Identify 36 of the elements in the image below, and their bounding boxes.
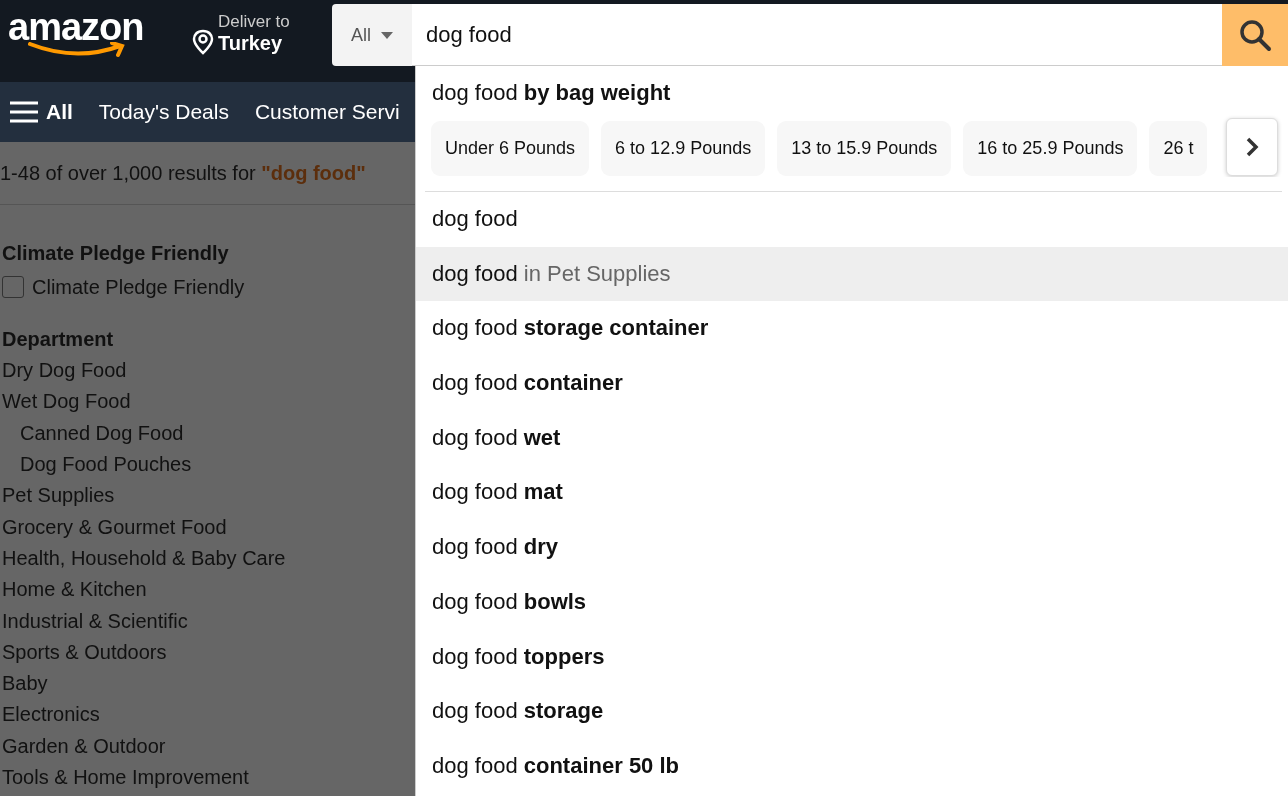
- logo-text[interactable]: amazon: [8, 8, 144, 46]
- next-button[interactable]: [1226, 118, 1278, 176]
- nav-link[interactable]: Today's Deals: [98, 100, 229, 124]
- weight-chip[interactable]: 13 to 15.9 Pounds: [777, 121, 952, 176]
- suggestion-item[interactable]: dog food in Pet Supplies: [416, 246, 1288, 302]
- results-summary: 1-48 of over 1,000 results for "dog food": [0, 161, 366, 185]
- location-pin-icon[interactable]: [192, 28, 214, 55]
- suggestion-item[interactable]: dog food storage container: [416, 301, 1288, 357]
- checkbox[interactable]: [2, 276, 24, 298]
- suggestion-item[interactable]: dog food: [416, 192, 1288, 247]
- chevron-right-icon: [1245, 136, 1259, 158]
- suggestion-item[interactable]: dog food wet: [416, 410, 1288, 466]
- suggestion-item[interactable]: dog food mat: [416, 465, 1288, 521]
- suggestion-item[interactable]: dog food dry: [416, 520, 1288, 575]
- search-button[interactable]: [1222, 4, 1288, 66]
- deliver-location[interactable]: Turkey: [218, 32, 290, 55]
- filter-heading: Climate Pledge Friendly: [2, 240, 230, 266]
- suggestion-item[interactable]: dog food container: [416, 356, 1288, 411]
- menu-icon: [10, 101, 38, 123]
- category-dropdown[interactable]: All: [332, 4, 412, 66]
- weight-chip[interactable]: 16 to 25.9 Pounds: [963, 121, 1138, 176]
- suggestion-item[interactable]: dog food bowls: [416, 574, 1288, 630]
- suggestion-heading[interactable]: dog food by bag weight: [416, 66, 1288, 108]
- search-field[interactable]: dog food: [412, 4, 1222, 66]
- weight-chip[interactable]: 6 to 12.9 Pounds: [601, 121, 766, 176]
- filter-heading: Department: [2, 326, 115, 352]
- menu-button[interactable]: All: [10, 100, 73, 124]
- suggestion-item[interactable]: dog food storage: [416, 684, 1288, 739]
- deliver-label: Deliver to: [218, 12, 290, 32]
- suggestion-item[interactable]: dog food toppers: [416, 629, 1288, 685]
- nav-link[interactable]: Customer Servi: [254, 100, 400, 124]
- weight-chip[interactable]: 26 t: [1149, 121, 1208, 176]
- search-icon: [1238, 18, 1272, 52]
- caret-icon: [381, 31, 393, 39]
- weight-chip[interactable]: Under 6 Pounds: [431, 121, 590, 176]
- suggestion-item[interactable]: dog food container 50 lb: [416, 738, 1288, 794]
